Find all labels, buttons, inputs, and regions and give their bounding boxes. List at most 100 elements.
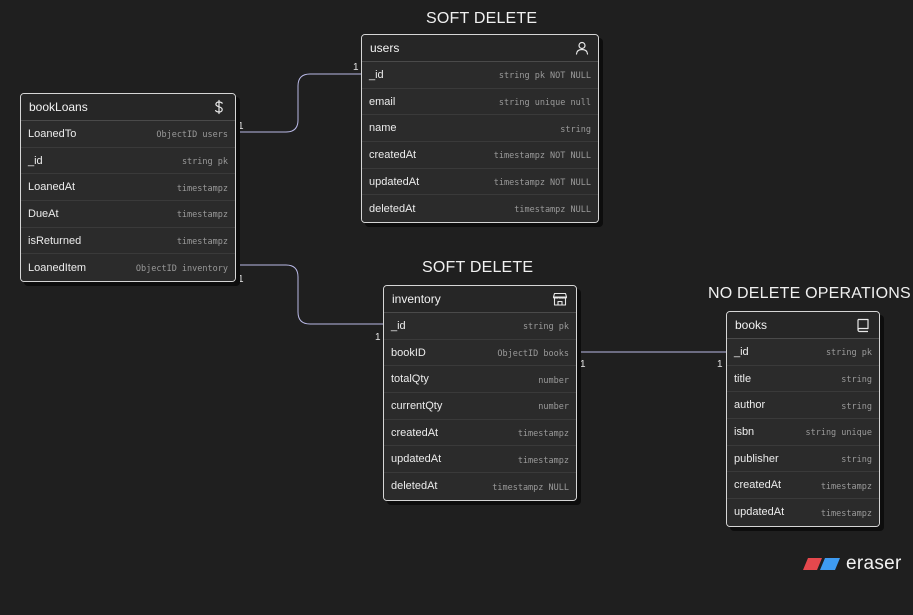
table-title: inventory (392, 292, 441, 306)
field-type: number (538, 375, 569, 386)
table-inventory[interactable]: inventory _id string pk bookID ObjectID bo… (383, 285, 577, 501)
inventory-group-label: SOFT DELETE (422, 259, 534, 276)
table-row[interactable]: LoanedTo ObjectID users (21, 121, 235, 148)
table-row[interactable]: deletedAt timestampz NULL (384, 473, 576, 500)
table-row[interactable]: createdAt timestampz (727, 472, 879, 500)
field-type: string pk NOT NULL (498, 71, 591, 82)
table-row[interactable]: _id string pk (727, 339, 879, 366)
field-type: string pk (825, 348, 872, 359)
field-type: string (841, 401, 872, 412)
table-row[interactable]: LoanedItem ObjectID inventory (21, 254, 235, 282)
field-type: timestampz (517, 455, 569, 466)
table-title: bookLoans (29, 100, 88, 114)
table-row[interactable]: isReturned timestampz (21, 227, 235, 255)
connector-loanedto-users (236, 73, 361, 133)
field-name: _id (734, 345, 749, 358)
table-row[interactable]: updatedAt timestampz NOT NULL (362, 168, 598, 196)
field-name: updatedAt (734, 506, 785, 519)
field-name: DueAt (28, 207, 59, 220)
table-row[interactable]: author string (727, 392, 879, 420)
field-name: email (369, 95, 396, 108)
field-name: name (369, 122, 397, 135)
table-title: books (735, 318, 768, 332)
field-type: timestampz (176, 237, 228, 248)
store-icon (552, 291, 568, 307)
cardinality-bookid-books: 1 (717, 359, 723, 370)
dollar-icon (211, 99, 227, 115)
field-type: string pk (181, 157, 228, 168)
field-name: updatedAt (391, 453, 442, 466)
field-type: timestampz NOT NULL (493, 178, 591, 189)
field-type: timestampz NULL (492, 482, 569, 493)
books-group-label: NO DELETE OPERATIONS (708, 285, 911, 302)
table-row[interactable]: _id string pk (21, 147, 235, 175)
field-name: bookID (391, 346, 426, 359)
field-type: timestampz (176, 183, 228, 194)
table-header[interactable]: inventory (384, 286, 576, 313)
field-name: LoanedTo (28, 127, 77, 140)
field-name: deletedAt (369, 202, 416, 215)
field-name: _id (369, 68, 384, 81)
field-type: ObjectID users (156, 130, 228, 141)
field-name: createdAt (391, 426, 439, 439)
diagram-canvas: SOFT DELETE SOFT DELETE NO DELETE OPERAT… (0, 0, 913, 615)
table-header[interactable]: books (727, 312, 879, 339)
field-name: deletedAt (391, 480, 438, 493)
table-row[interactable]: updatedAt timestampz (727, 499, 879, 526)
table-row[interactable]: title string (727, 365, 879, 393)
field-type: timestampz NULL (514, 205, 591, 216)
field-type: timestampz (517, 429, 569, 440)
field-type: timestampz (176, 210, 228, 221)
cardinality-loanedto-users: 1 (353, 62, 359, 73)
table-row[interactable]: _id string pk (384, 313, 576, 340)
table-row[interactable]: email string unique null (362, 88, 598, 116)
table-header[interactable]: bookLoans (21, 94, 235, 121)
field-name: createdAt (734, 479, 782, 492)
field-name: author (734, 399, 766, 412)
field-name: _id (391, 319, 406, 332)
field-type: ObjectID books (497, 349, 569, 360)
table-row[interactable]: name string (362, 115, 598, 143)
table-header[interactable]: users (362, 35, 598, 62)
table-users[interactable]: users _id string pk NOT NULL email string … (361, 34, 599, 224)
field-name: _id (28, 154, 43, 167)
field-type: string unique null (498, 98, 591, 109)
field-name: updatedAt (369, 175, 420, 188)
eraser-logo-icon (803, 558, 840, 570)
field-name: title (734, 372, 752, 385)
table-row[interactable]: DueAt timestampz (21, 201, 235, 228)
field-type: number (538, 402, 569, 413)
field-type: timestampz (820, 481, 872, 492)
book-icon (855, 317, 871, 333)
table-row[interactable]: bookID ObjectID books (384, 339, 576, 367)
table-title: users (370, 41, 400, 55)
table-row[interactable]: currentQty number (384, 393, 576, 420)
field-name: currentQty (391, 399, 443, 412)
field-type: string (841, 455, 872, 466)
field-type: timestampz (820, 508, 872, 519)
table-books[interactable]: books _id string pk title string author str… (726, 311, 880, 527)
field-type: ObjectID inventory (135, 264, 228, 275)
cardinality-loaneditem-inventory: 1 (375, 332, 381, 343)
table-row[interactable]: isbn string unique (727, 419, 879, 446)
table-bookloans[interactable]: bookLoans LoanedTo ObjectID users _id stri… (20, 93, 236, 283)
cardinality-loaneditem-bookloans: 1 (238, 274, 244, 285)
table-row[interactable]: deletedAt timestampz NULL (362, 195, 598, 223)
table-row[interactable]: totalQty number (384, 366, 576, 394)
field-name: publisher (734, 452, 779, 465)
table-row[interactable]: _id string pk NOT NULL (362, 62, 598, 89)
table-row[interactable]: createdAt timestampz (384, 419, 576, 447)
field-name: totalQty (391, 373, 429, 386)
field-name: createdAt (369, 148, 417, 161)
field-name: LoanedItem (28, 261, 87, 274)
field-type: string pk (522, 322, 569, 333)
table-row[interactable]: publisher string (727, 445, 879, 473)
table-row[interactable]: createdAt timestampz NOT NULL (362, 142, 598, 169)
field-type: string (841, 375, 872, 386)
field-type: string (560, 124, 591, 135)
table-row[interactable]: updatedAt timestampz (384, 446, 576, 474)
field-name: isbn (734, 425, 755, 438)
cardinality-bookid-inventory: 1 (580, 359, 586, 370)
eraser-brand[interactable]: eraser (803, 553, 902, 575)
table-row[interactable]: LoanedAt timestampz (21, 174, 235, 202)
